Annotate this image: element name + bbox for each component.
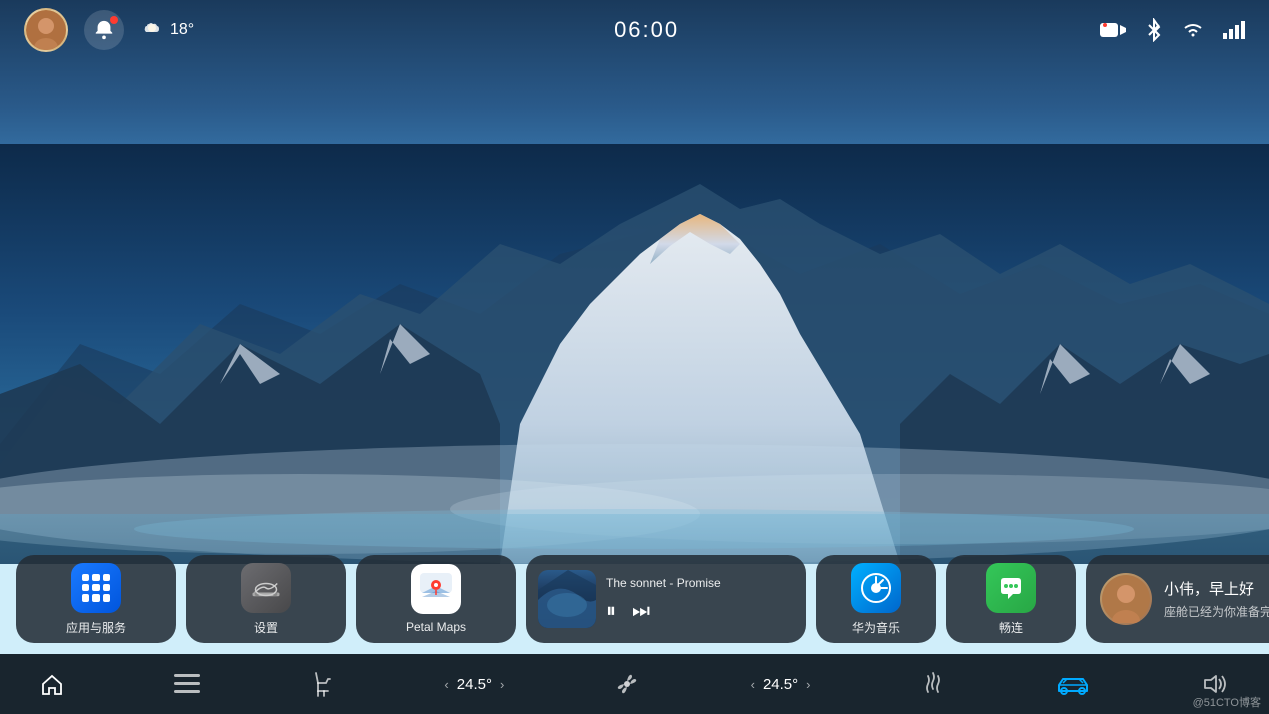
weather-info: 18° (140, 18, 194, 42)
greeting-text: 小伟，早上好 座舱已经为你准备完毕 (1164, 578, 1269, 620)
settings-icon (241, 563, 291, 613)
temp-left-decrease[interactable]: ‹ (444, 677, 448, 692)
dock-petal-maps[interactable]: Petal Maps (356, 555, 516, 643)
wifi-icon[interactable] (1181, 21, 1205, 39)
temp-right-control: ‹ 24.5° › (751, 676, 811, 693)
home-button[interactable] (40, 672, 64, 696)
music-info: The sonnet - Promise ⏸ ⏭ (606, 576, 794, 623)
huawei-music-label: 华为音乐 (852, 619, 900, 636)
album-art (538, 570, 596, 628)
petal-maps-label: Petal Maps (406, 620, 466, 634)
record-icon[interactable] (1099, 20, 1127, 40)
dock-settings[interactable]: 设置 (186, 555, 346, 643)
temp-right-value: 24.5° (763, 676, 798, 693)
music-title: The sonnet - Promise (606, 576, 794, 590)
greeting-subtitle: 座舱已经为你准备完毕 (1164, 603, 1269, 620)
seat-button[interactable] (310, 671, 334, 697)
mountain-svg (0, 144, 1269, 564)
watermark: @51CTO博客 (1193, 694, 1261, 710)
time-display: 06:00 (614, 17, 679, 43)
fan-button[interactable] (614, 671, 640, 697)
bluetooth-icon[interactable] (1145, 18, 1163, 42)
pause-button[interactable]: ⏸ (606, 600, 616, 623)
status-left: 18° (24, 8, 194, 52)
music-controls: ⏸ ⏭ (606, 600, 794, 623)
maps-icon (411, 564, 461, 614)
signal-icon (1223, 21, 1245, 39)
menu-button[interactable] (174, 673, 200, 695)
temp-left-control: ‹ 24.5° › (444, 676, 504, 693)
notification-dot (110, 16, 118, 24)
temperature: 18° (170, 21, 194, 39)
dock-connect[interactable]: 畅连 (946, 555, 1076, 643)
car-button[interactable] (1055, 673, 1091, 695)
app-services-label: 应用与服务 (66, 619, 126, 636)
heat-button[interactable] (921, 671, 945, 697)
greeting-name: 小伟，早上好 (1164, 578, 1269, 599)
status-bar: 18° 06:00 (0, 0, 1269, 60)
greeting-avatar (1100, 573, 1152, 625)
connect-label: 畅连 (999, 619, 1023, 636)
temp-right-increase[interactable]: › (806, 677, 810, 692)
dock-app-services[interactable]: 应用与服务 (16, 555, 176, 643)
dock-area: 应用与服务 设置 Petal M (0, 544, 1269, 654)
music-player-card[interactable]: The sonnet - Promise ⏸ ⏭ (526, 555, 806, 643)
connect-icon (986, 563, 1036, 613)
temp-left-value: 24.5° (457, 676, 492, 693)
temp-right-decrease[interactable]: ‹ (751, 677, 755, 692)
temp-left-increase[interactable]: › (500, 677, 504, 692)
status-right (1099, 18, 1245, 42)
settings-label: 设置 (254, 619, 278, 636)
weather-icon (140, 18, 164, 42)
control-bar: ‹ 24.5° › ‹ 24.5° › (0, 654, 1269, 714)
dock-huawei-music[interactable]: 华为音乐 (816, 555, 936, 643)
apps-icon (71, 563, 121, 613)
status-center: 06:00 (194, 17, 1099, 43)
avatar[interactable] (24, 8, 68, 52)
volume-button[interactable] (1201, 673, 1229, 695)
next-button[interactable]: ⏭ (632, 600, 650, 623)
notification-icon[interactable] (84, 10, 124, 50)
greeting-card[interactable]: 小伟，早上好 座舱已经为你准备完毕 (1086, 555, 1269, 643)
huawei-music-icon (851, 563, 901, 613)
